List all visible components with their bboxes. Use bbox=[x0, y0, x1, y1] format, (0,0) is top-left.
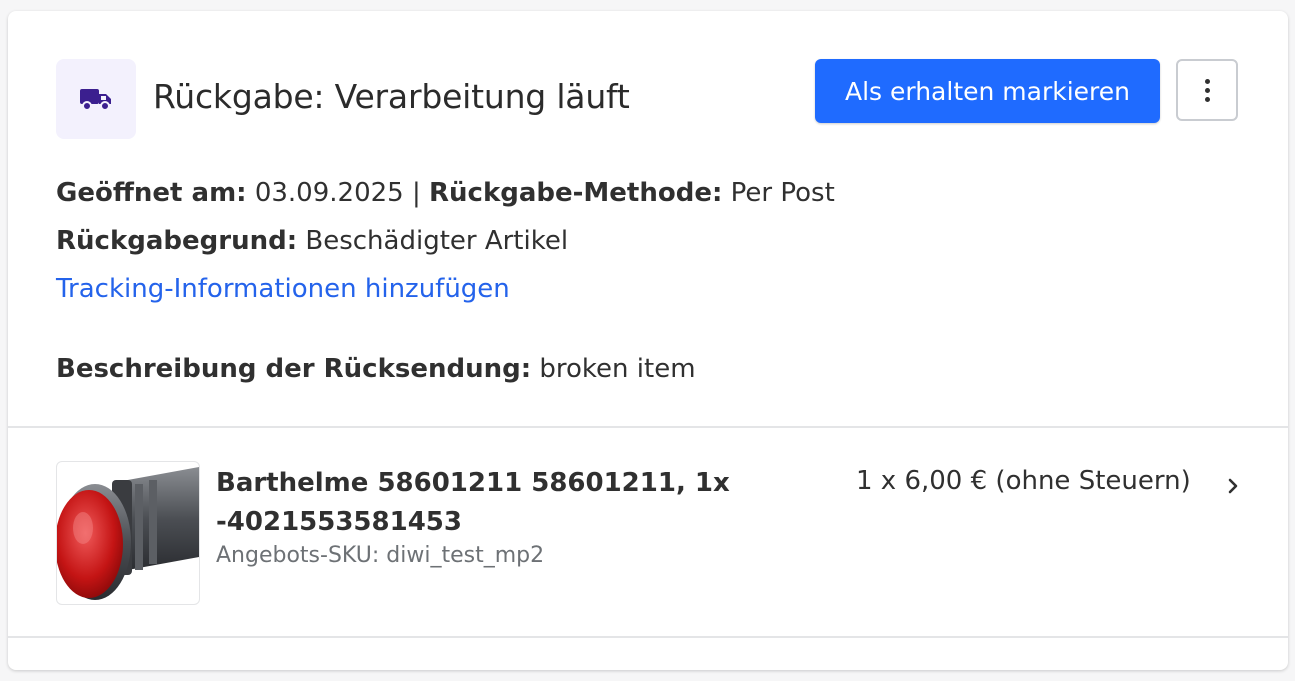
description-label: Beschreibung der Rücksendung: bbox=[56, 354, 532, 384]
product-price: 1 x 6,00 € (ohne Steuern) bbox=[856, 466, 1191, 496]
more-actions-button[interactable] bbox=[1176, 59, 1238, 121]
reason-value: Beschädigter Artikel bbox=[305, 226, 569, 256]
separator: | bbox=[411, 178, 421, 208]
product-sku: Angebots-SKU: diwi_test_mp2 bbox=[216, 543, 544, 568]
section-divider-bottom bbox=[8, 636, 1288, 638]
add-tracking-link[interactable]: Tracking-Informationen hinzufügen bbox=[56, 274, 510, 304]
return-card: Rückgabe: Verarbeitung läuft Als erhalte… bbox=[8, 11, 1288, 670]
opened-value: 03.09.2025 bbox=[254, 178, 404, 208]
sku-value: diwi_test_mp2 bbox=[386, 543, 545, 568]
red-indicator-lamp-product-image bbox=[57, 467, 199, 600]
return-status-title: Rückgabe: Verarbeitung läuft bbox=[153, 77, 630, 116]
section-divider bbox=[8, 426, 1288, 428]
product-thumbnail bbox=[56, 461, 200, 605]
product-name: Barthelme 58601211 58601211, 1x -4021553… bbox=[216, 468, 730, 537]
more-vertical-icon bbox=[1204, 78, 1210, 102]
description-value: broken item bbox=[539, 354, 696, 384]
mark-as-received-button[interactable]: Als erhalten markieren bbox=[815, 59, 1160, 123]
reason-line: Rückgabegrund: Beschädigter Artikel bbox=[56, 226, 568, 256]
opened-label: Geöffnet am: bbox=[56, 178, 247, 208]
sku-label: Angebots-SKU: bbox=[216, 543, 380, 568]
method-label: Rückgabe-Methode: bbox=[429, 178, 723, 208]
truck-icon bbox=[80, 89, 111, 111]
opened-method-line: Geöffnet am: 03.09.2025 | Rückgabe-Metho… bbox=[56, 178, 835, 208]
reason-label: Rückgabegrund: bbox=[56, 226, 298, 256]
method-value: Per Post bbox=[730, 178, 835, 208]
chevron-right-icon[interactable] bbox=[1221, 474, 1245, 498]
return-status-icon-box bbox=[56, 59, 136, 139]
description-line: Beschreibung der Rücksendung: broken ite… bbox=[56, 354, 696, 384]
